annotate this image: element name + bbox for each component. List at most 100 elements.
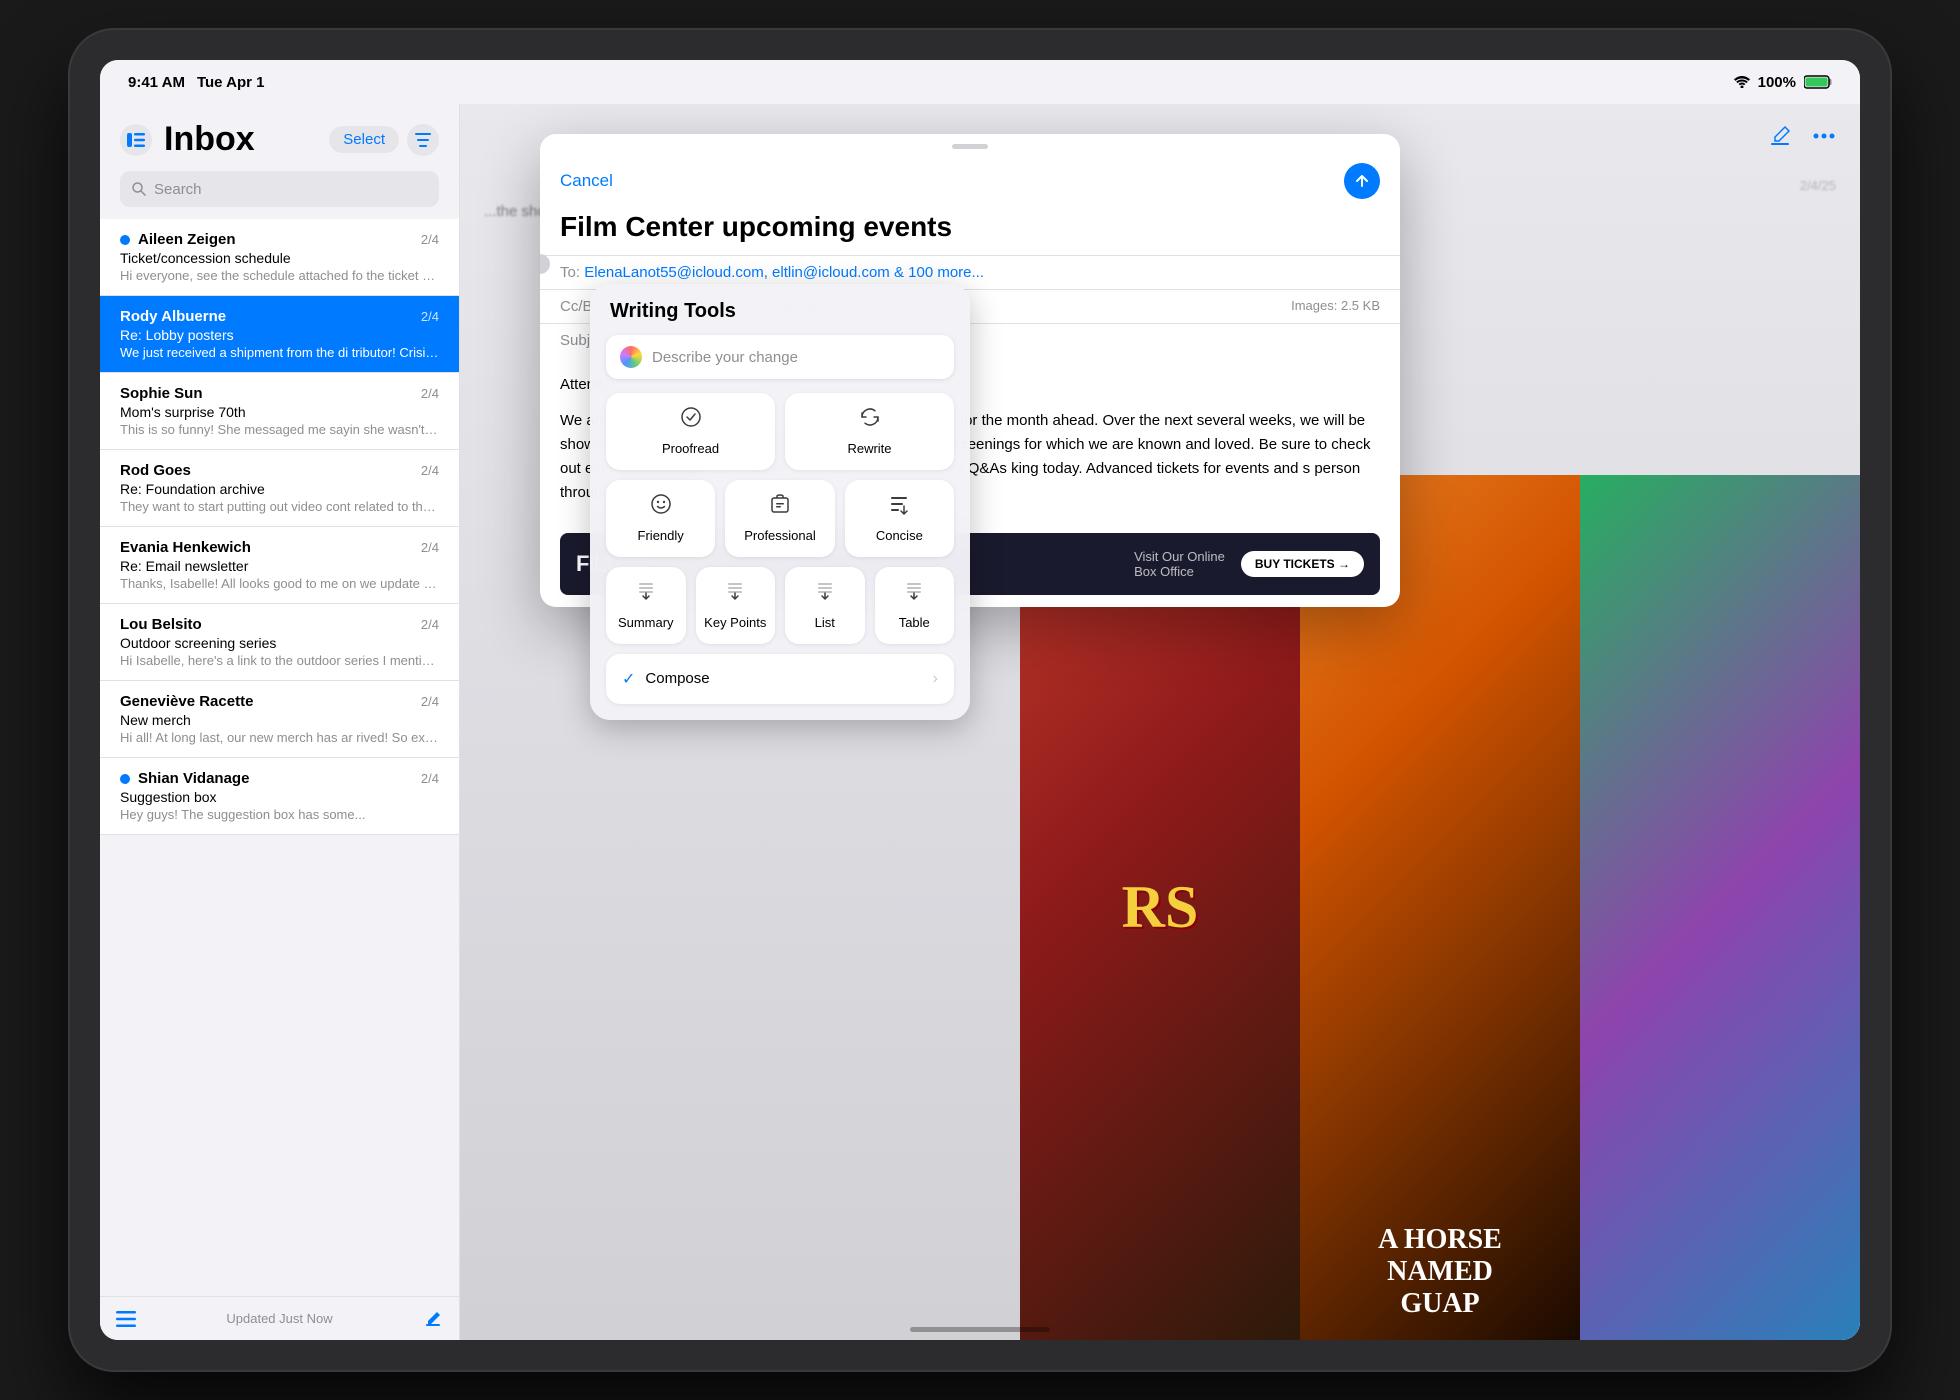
list-icon[interactable]	[116, 1309, 136, 1329]
compose-icon-sidebar[interactable]	[423, 1309, 443, 1329]
writing-tools-title: Writing Tools	[606, 300, 954, 323]
key-points-label: Key Points	[704, 615, 766, 632]
home-indicator	[910, 1327, 1050, 1332]
search-icon	[132, 182, 146, 196]
mail-item[interactable]: Shian Vidanage 2/4 Suggestion box Hey gu…	[100, 758, 459, 835]
friendly-label: Friendly	[638, 528, 684, 545]
mail-subject: New merch	[120, 712, 439, 728]
mail-item[interactable]: Aileen Zeigen 2/4 Ticket/concession sche…	[100, 219, 459, 296]
proofread-label: Proofread	[662, 441, 719, 458]
compose-label: Compose	[645, 670, 709, 687]
compose-row[interactable]: ✓ Compose ›	[606, 654, 954, 704]
time-display: 9:41 AM	[128, 74, 185, 91]
mail-subject: Suggestion box	[120, 789, 439, 805]
status-bar-left: 9:41 AM Tue Apr 1	[128, 74, 264, 91]
filter-icon	[415, 133, 431, 147]
cancel-button[interactable]: Cancel	[560, 171, 613, 191]
friendly-button[interactable]: Friendly	[606, 480, 715, 557]
more-button[interactable]	[1808, 120, 1840, 152]
list-label: List	[815, 615, 835, 632]
modal-handle-bar	[952, 144, 988, 149]
sidebar-bottom: Updated Just Now	[100, 1296, 459, 1340]
mail-date: 2/4	[421, 540, 439, 555]
mail-date: 2/4	[421, 309, 439, 324]
send-button[interactable]	[1344, 163, 1380, 199]
friendly-icon	[649, 492, 673, 522]
detail-area: 2/4/25 ...the show will go on! I will al…	[460, 104, 1860, 1340]
mail-date: 2/4	[421, 771, 439, 786]
status-bar-right: 100%	[1734, 74, 1832, 91]
table-label: Table	[899, 615, 930, 632]
mail-preview: Hey guys! The suggestion box has some...	[120, 807, 439, 822]
inbox-title: Inbox	[164, 120, 255, 159]
compose-icon	[1769, 125, 1791, 147]
filter-button[interactable]	[407, 124, 439, 156]
summary-label: Summary	[618, 615, 674, 632]
app-area: Inbox Select	[100, 104, 1860, 1340]
mail-item[interactable]: Rody Albuerne 2/4 Re: Lobby posters We j…	[100, 296, 459, 373]
sidebar-icon	[127, 133, 145, 147]
sidebar-title-row: Inbox Select	[120, 120, 439, 159]
table-button[interactable]: Table	[875, 567, 955, 644]
summary-button[interactable]: Summary	[606, 567, 686, 644]
mail-sender: Shian Vidanage	[138, 770, 249, 787]
mail-sender: Lou Belsito	[120, 616, 202, 633]
mail-item[interactable]: Sophie Sun 2/4 Mom's surprise 70th This …	[100, 373, 459, 450]
to-value: ElenaLanot55@icloud.com, eltlin@icloud.c…	[584, 264, 984, 281]
battery-display: 100%	[1758, 74, 1796, 91]
sidebar-toggle-button[interactable]	[120, 124, 152, 156]
sidebar: Inbox Select	[100, 104, 460, 1340]
mail-item[interactable]: Evania Henkewich 2/4 Re: Email newslette…	[100, 527, 459, 604]
wt-row-3: Summary Key Points	[606, 567, 954, 644]
mail-sender: Aileen Zeigen	[138, 231, 236, 248]
mail-subject: Outdoor screening series	[120, 635, 439, 651]
unread-dot	[120, 235, 130, 245]
more-icon	[1813, 133, 1835, 139]
mail-preview: This is so funny! She messaged me sayin …	[120, 422, 439, 437]
key-points-icon	[723, 579, 747, 609]
rewrite-button[interactable]: Rewrite	[785, 393, 954, 470]
key-points-button[interactable]: Key Points	[696, 567, 776, 644]
mail-sender: Sophie Sun	[120, 385, 203, 402]
compose-button[interactable]	[1764, 120, 1796, 152]
battery-icon	[1804, 75, 1832, 89]
search-placeholder: Search	[154, 181, 202, 198]
search-bar[interactable]: Search	[120, 171, 439, 207]
writing-tools-popup: Writing Tools Describe your change	[590, 284, 970, 720]
concise-button[interactable]: Concise	[845, 480, 954, 557]
list-icon-wt	[813, 579, 837, 609]
ipad-screen: 9:41 AM Tue Apr 1 100%	[100, 60, 1860, 1340]
modal-handle	[540, 134, 1400, 159]
ai-icon	[620, 346, 642, 368]
mail-item[interactable]: Geneviève Racette 2/4 New merch Hi all! …	[100, 681, 459, 758]
mail-preview: We just received a shipment from the di …	[120, 345, 439, 360]
mail-item[interactable]: Lou Belsito 2/4 Outdoor screening series…	[100, 604, 459, 681]
table-icon	[902, 579, 926, 609]
professional-icon	[768, 492, 792, 522]
mail-preview: Thanks, Isabelle! All looks good to me o…	[120, 576, 439, 591]
mail-subject: Re: Email newsletter	[120, 558, 439, 574]
buy-tickets-button[interactable]: BUY TICKETS →	[1241, 551, 1364, 577]
status-bar: 9:41 AM Tue Apr 1 100%	[100, 60, 1860, 104]
proofread-icon	[679, 405, 703, 435]
writing-tools-input[interactable]: Describe your change	[606, 335, 954, 379]
bg-image-butterfly	[1580, 475, 1860, 1340]
mail-subject: Re: Foundation archive	[120, 481, 439, 497]
date-display: Tue Apr 1	[197, 74, 265, 91]
sidebar-header: Inbox Select	[100, 104, 459, 219]
ipad-device: 9:41 AM Tue Apr 1 100%	[70, 30, 1890, 1370]
mail-date: 2/4	[421, 694, 439, 709]
mail-preview: Hi everyone, see the schedule attached f…	[120, 268, 439, 283]
select-button[interactable]: Select	[329, 126, 399, 153]
mail-item[interactable]: Rod Goes 2/4 Re: Foundation archive They…	[100, 450, 459, 527]
checkmark-icon: ✓	[622, 669, 635, 689]
professional-button[interactable]: Professional	[725, 480, 834, 557]
updated-text: Updated Just Now	[226, 1311, 332, 1326]
list-button[interactable]: List	[785, 567, 865, 644]
chevron-right-icon: ›	[933, 670, 938, 688]
proofread-button[interactable]: Proofread	[606, 393, 775, 470]
unread-dot	[120, 774, 130, 784]
modal-header: Cancel	[540, 159, 1400, 211]
mail-sender: Evania Henkewich	[120, 539, 251, 556]
concise-icon	[887, 492, 911, 522]
